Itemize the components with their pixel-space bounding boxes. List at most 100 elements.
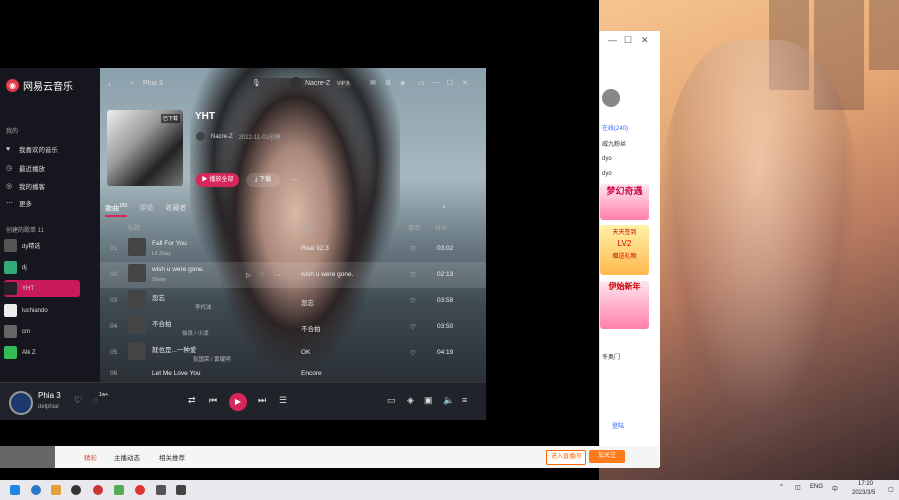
more-icon[interactable]: ⋯ (292, 176, 299, 184)
clock-time[interactable]: 17:20 (858, 481, 873, 487)
minimize-icon[interactable]: — (608, 35, 617, 45)
song-album[interactable]: OK (301, 349, 310, 356)
creator-avatar[interactable] (196, 132, 205, 141)
app-icon[interactable] (156, 485, 166, 495)
song-artist[interactable]: Slone (152, 277, 166, 283)
heart-icon[interactable]: ♡ (410, 349, 416, 357)
search-icon[interactable]: ⌕ (130, 80, 134, 88)
song-album[interactable]: Encore (301, 370, 322, 377)
playlist-cover[interactable]: 已下载 (107, 110, 183, 186)
song-row[interactable]: 06 Let Me Love You Encore (100, 366, 486, 382)
creator-name[interactable]: Nacre-Z (211, 134, 233, 140)
heart-icon[interactable]: ♡ (410, 323, 416, 331)
close-icon[interactable]: ✕ (641, 35, 649, 46)
song-album[interactable]: 忽忘 (301, 297, 314, 307)
network-icon[interactable]: ◫ (795, 484, 801, 491)
app-logo[interactable]: ◉ 网易云音乐 (6, 78, 73, 93)
song-artist[interactable]: 李代沫 (195, 303, 212, 311)
comment-icon[interactable]: ◌ (260, 271, 264, 278)
sound-effect-icon[interactable]: ◈ (407, 395, 414, 406)
quality-icon[interactable]: ▣ (424, 395, 433, 406)
play-all-button[interactable]: ▶ 播放全部 (196, 173, 239, 187)
column-liked[interactable]: 喜欢 (408, 223, 420, 232)
mic-icon[interactable]: 🎙 (252, 79, 261, 87)
maximize-icon[interactable]: ☐ (624, 35, 632, 46)
lyrics-icon[interactable]: ▭ (387, 395, 396, 406)
playlist-icon[interactable]: ☰ (279, 395, 287, 406)
edge-icon[interactable] (31, 485, 41, 495)
column-duration[interactable]: 时长 (435, 223, 447, 232)
mini-mode-icon[interactable]: ▭ (418, 79, 425, 87)
song-row[interactable]: 05 就也是...一种爱 张国荣 / 黄耀明 OK ♡ 04:19 (100, 340, 486, 366)
notification-icon[interactable]: ▢ (888, 486, 894, 493)
song-row[interactable]: 02 wish u were gone. Slone ▷ ◌ ⋯ wish u … (100, 262, 486, 288)
side-item[interactable]: dyo (602, 156, 612, 162)
column-album[interactable]: 专辑 (301, 223, 313, 232)
ime-icon[interactable]: 中 (832, 484, 838, 493)
comment-icon[interactable]: ◌ (93, 395, 98, 405)
now-playing-title[interactable]: Phia 3 (38, 391, 61, 400)
song-artist[interactable]: 张国荣 / 黄耀明 (193, 355, 231, 363)
level-card[interactable]: 天天签到 LV2 赠送礼物 (600, 225, 649, 275)
back-icon[interactable]: ‹ (108, 79, 111, 89)
shuffle-icon[interactable]: ⇄ (188, 395, 196, 406)
search-icon[interactable]: ⌕ (442, 204, 446, 212)
skin-icon[interactable]: ◈ (400, 79, 405, 87)
song-album[interactable]: wish u were gone. (301, 271, 353, 278)
volume-icon[interactable]: 🔈 (443, 395, 454, 406)
tab-recommend[interactable]: 相关推荐 (159, 452, 185, 462)
song-album[interactable]: Real 92.3 (301, 245, 329, 252)
sidebar-playlist[interactable]: dy精选 (4, 237, 80, 254)
sidebar-playlist-active[interactable]: YHT (4, 280, 80, 297)
app-icon[interactable] (114, 485, 124, 495)
heart-icon[interactable]: ♡ (410, 245, 416, 253)
app-icon[interactable] (71, 485, 81, 495)
search-input[interactable]: Phia 3 (143, 80, 163, 87)
now-playing-cover[interactable] (9, 391, 33, 415)
tab-collectors[interactable]: 收藏者 (165, 203, 186, 217)
minimize-icon[interactable]: — (432, 79, 439, 86)
tab-comments[interactable]: 评论 (139, 203, 153, 217)
next-icon[interactable]: ⏭ (258, 395, 266, 406)
sidebar-item-podcast[interactable]: ◎ 我的播客 (6, 181, 45, 191)
song-row[interactable]: 04 不合拍 徐良 / 小凌 不合拍 ♡ 03:50 (100, 314, 486, 340)
start-icon[interactable] (10, 485, 20, 495)
play-button[interactable]: ▶ (229, 393, 247, 411)
sidebar-playlist[interactable]: luchiando (4, 302, 80, 319)
heart-icon[interactable]: ♡ (410, 297, 416, 305)
tab-songs[interactable]: 歌曲160 (105, 203, 128, 218)
lang-indicator[interactable]: ENG (810, 484, 823, 490)
sidebar-item-recent[interactable]: ◷ 最近播放 (6, 163, 45, 173)
explorer-icon[interactable] (51, 485, 61, 495)
column-title[interactable]: 标题 (128, 223, 140, 232)
maximize-icon[interactable]: ☐ (447, 79, 453, 87)
song-row[interactable]: 03 忽忘 李代沫 忽忘 ♡ 03:58 (100, 288, 486, 314)
download-button[interactable]: ⤓ 下载 (246, 173, 280, 187)
queue-icon[interactable]: ≡ (462, 395, 467, 405)
enter-room-button[interactable]: 进入直播间 (546, 450, 586, 465)
settings-icon[interactable]: ⚙ (385, 79, 391, 87)
app-icon[interactable] (93, 485, 103, 495)
heart-icon[interactable]: ♡ (410, 271, 416, 279)
song-album[interactable]: 不合拍 (301, 323, 321, 333)
sidebar-playlist[interactable]: dj (4, 259, 80, 276)
heart-icon[interactable]: ♡ (74, 395, 82, 406)
clock-date[interactable]: 2023/3/5 (852, 490, 875, 496)
netease-music-icon[interactable] (135, 485, 145, 495)
user-avatar[interactable] (290, 77, 302, 89)
tab-streamer-news[interactable]: 主播动态 (114, 452, 140, 462)
sidebar-playlist[interactable]: cm (4, 323, 80, 340)
more-icon[interactable]: ⋯ (274, 271, 281, 279)
previous-icon[interactable]: ⏮ (209, 395, 217, 406)
app-icon[interactable] (176, 485, 186, 495)
mail-icon[interactable]: ✉ (370, 79, 376, 87)
tab-highlights[interactable]: 精彩 (84, 452, 97, 462)
promo-banner[interactable]: 梦幻奇遇 (600, 184, 649, 220)
close-icon[interactable]: ✕ (462, 79, 468, 87)
play-icon[interactable]: ▷ (246, 271, 251, 279)
side-item[interactable]: 冬奥门 (602, 352, 620, 361)
side-item[interactable]: 威九粉丝 (602, 139, 626, 148)
song-artist[interactable]: Lil Zkay (152, 251, 171, 257)
sidebar-playlist[interactable]: Alk Z (4, 344, 80, 361)
promo-banner[interactable]: 伊始新年 (600, 281, 649, 329)
